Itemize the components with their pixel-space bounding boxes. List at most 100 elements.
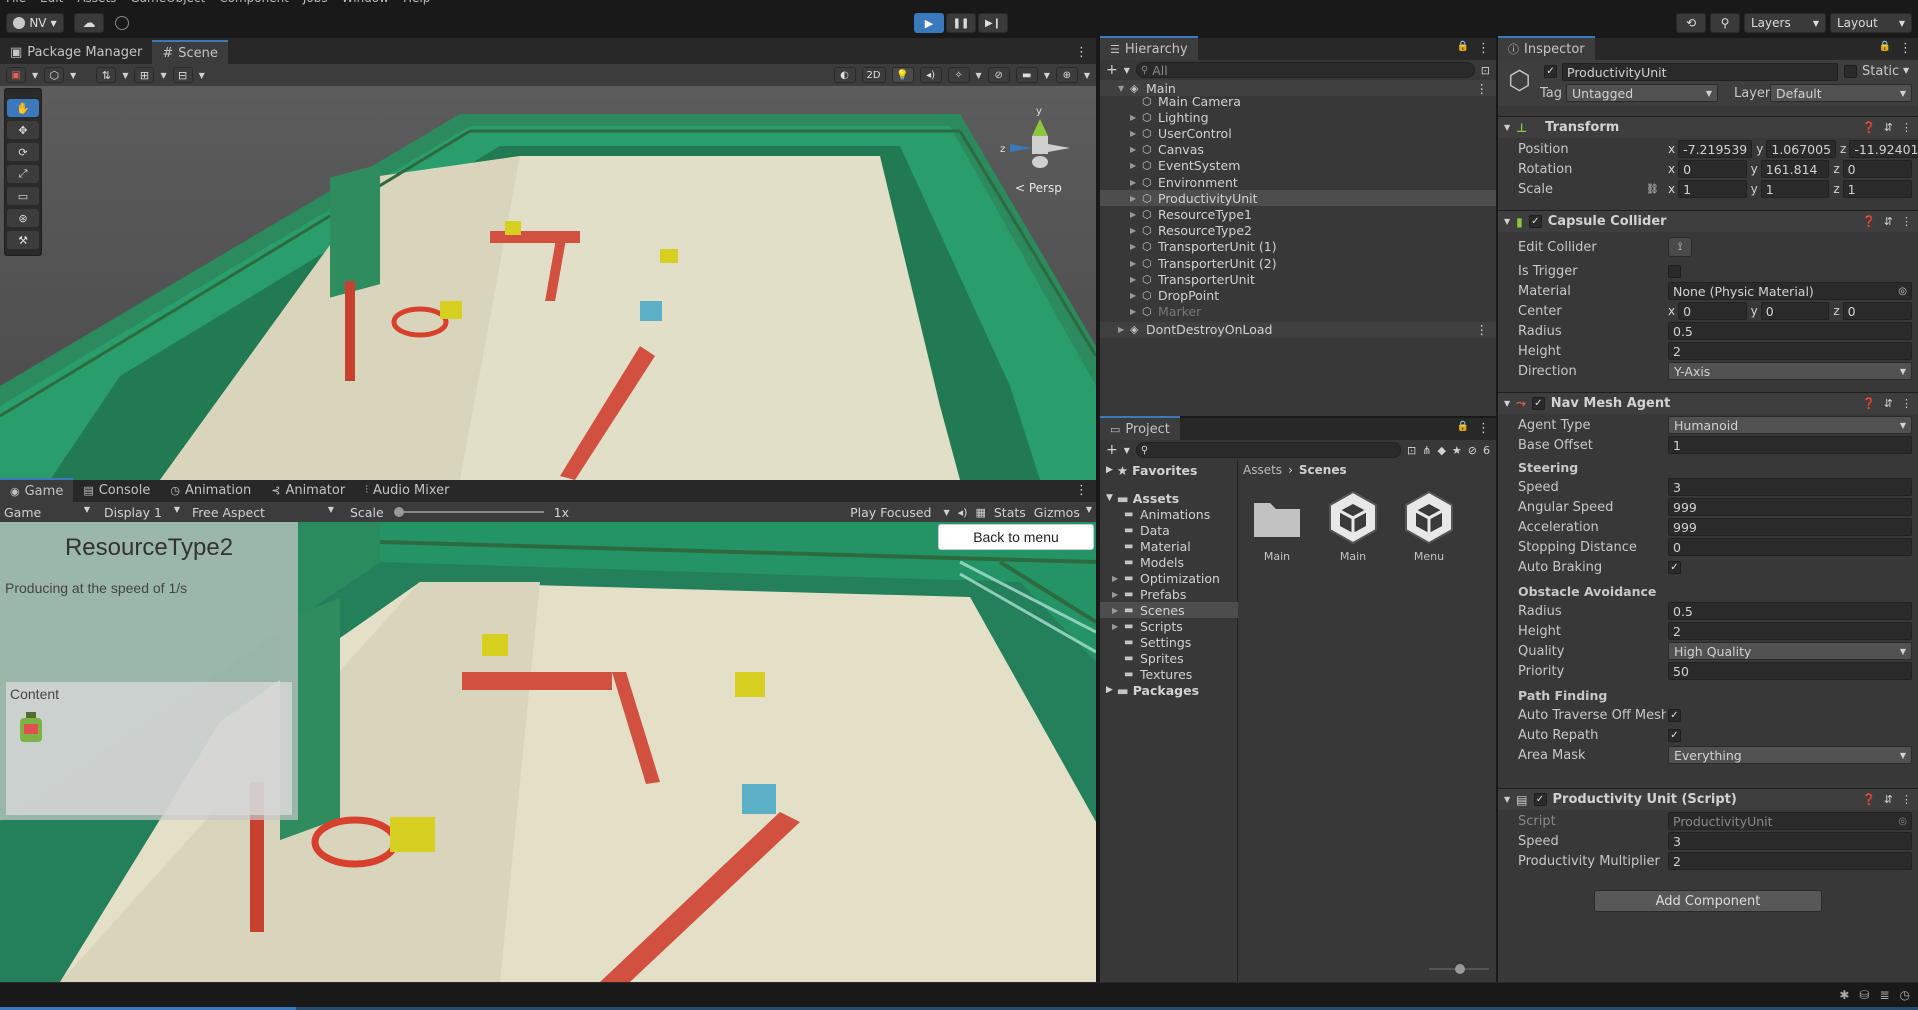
lock-icon[interactable]: 🔒: [1457, 421, 1469, 436]
hierarchy-item[interactable]: ▶ ⬡ Marker: [1100, 304, 1496, 320]
scene-visibility-icon[interactable]: ⊡: [1481, 64, 1490, 77]
preset-icon[interactable]: ⇵: [1884, 793, 1893, 806]
chevron-right-icon[interactable]: ▶: [1130, 113, 1142, 122]
camera-button[interactable]: ▬: [1015, 67, 1038, 83]
tab-game[interactable]: ◉ Game: [0, 478, 74, 502]
folder-item[interactable]: ▶ ▬ Prefabs: [1100, 586, 1238, 602]
scene-viewport[interactable]: y z < Persp ✋ ✥ ⟳ ⤢ ▭ ⊛ ⚒: [0, 86, 1096, 480]
center-x-field[interactable]: 0: [1678, 302, 1747, 320]
capsule-enabled-checkbox[interactable]: ✓: [1528, 215, 1542, 228]
chevron-down-icon[interactable]: ▼: [1124, 66, 1130, 75]
component-menu-icon[interactable]: ⋮: [1901, 215, 1912, 228]
hierarchy-item[interactable]: ▶ ⬡ ProductivityUnit: [1100, 190, 1496, 207]
increment-snap-button[interactable]: ⊟: [172, 67, 193, 83]
add-icon[interactable]: +: [1106, 442, 1118, 458]
center-z-field[interactable]: 0: [1842, 302, 1913, 320]
object-name-field[interactable]: ProductivityUnit: [1562, 63, 1838, 81]
menu-item[interactable]: GameObject: [130, 0, 205, 5]
gizmos-button[interactable]: ⊕: [1055, 67, 1078, 83]
aspect-dropdown[interactable]: Free Aspect ▼: [184, 505, 334, 520]
preset-icon[interactable]: ⇵: [1884, 215, 1893, 228]
chevron-down-icon[interactable]: ▼: [1903, 66, 1909, 75]
chevron-right-icon[interactable]: ▶: [1130, 178, 1142, 187]
tab-hierarchy[interactable]: ☰ Hierarchy: [1100, 36, 1198, 60]
menu-item[interactable]: Jobs: [303, 0, 328, 5]
scale-x-field[interactable]: 1: [1678, 180, 1747, 198]
scale-tool[interactable]: ⤢: [7, 165, 39, 183]
search-button[interactable]: ⚲: [1710, 13, 1740, 33]
undo-history-button[interactable]: ⟲: [1676, 13, 1706, 33]
acceleration-field[interactable]: 999: [1668, 518, 1912, 536]
help-icon[interactable]: ❓: [1862, 793, 1876, 806]
chevron-right-icon[interactable]: ▶: [1112, 606, 1124, 615]
filter-icon[interactable]: ⋔: [1422, 444, 1431, 457]
help-icon[interactable]: ❓: [1862, 215, 1876, 228]
move-tool[interactable]: ✥: [7, 121, 39, 139]
folder-item[interactable]: ▬ Animations: [1100, 506, 1238, 522]
hierarchy-item[interactable]: ⬡ Main Camera: [1100, 93, 1496, 109]
hierarchy-item[interactable]: ▶ ⬡ Environment: [1100, 174, 1496, 190]
capsule-collider-header[interactable]: ▼ ▮ ✓ Capsule Collider ❓ ⇵ ⋮: [1498, 210, 1918, 232]
hierarchy-item[interactable]: ▶ ⬡ TransporterUnit: [1100, 271, 1496, 287]
script-header[interactable]: ▼ ▤ ✓ Productivity Unit (Script) ❓ ⇵ ⋮: [1498, 788, 1918, 810]
icon-size-slider[interactable]: [1429, 964, 1489, 974]
chevron-right-icon[interactable]: ▶: [1130, 210, 1142, 219]
play-mode-dropdown[interactable]: Play Focused ▼: [850, 505, 950, 520]
preset-icon[interactable]: ⇵: [1884, 397, 1893, 410]
radius-field[interactable]: 0.5: [1668, 322, 1912, 340]
tab-scene[interactable]: # Scene: [152, 40, 228, 64]
auto-braking-checkbox[interactable]: ✓: [1668, 560, 1681, 574]
game-viewport[interactable]: ResourceType2 Producing at the speed of …: [0, 522, 1096, 982]
lighting-toggle[interactable]: 💡: [891, 67, 914, 83]
obstacle-radius-field[interactable]: 0.5: [1668, 602, 1912, 620]
chevron-right-icon[interactable]: ▶: [1112, 574, 1124, 583]
collab-icon[interactable]: [115, 16, 129, 30]
panel-menu-icon[interactable]: ⋮: [1067, 483, 1096, 502]
quality-dropdown[interactable]: High Quality ▼: [1668, 642, 1912, 660]
layout-dropdown[interactable]: Layout ▼: [1830, 13, 1912, 33]
account-dropdown[interactable]: NV ▼: [6, 13, 64, 33]
chevron-right-icon[interactable]: ▶: [1130, 275, 1142, 284]
shading-button[interactable]: ⬡: [44, 67, 65, 83]
pause-button[interactable]: ❚❚: [946, 13, 976, 33]
layers-icon[interactable]: ≣: [1879, 988, 1889, 1002]
speed-field[interactable]: 3: [1668, 478, 1912, 496]
mode-2d-button[interactable]: 2D: [861, 67, 886, 83]
hierarchy-item[interactable]: ▶ ⬡ ResourceType2: [1100, 223, 1496, 239]
hidden-toggle[interactable]: ⊘: [987, 67, 1010, 83]
tab-package-manager[interactable]: ▣ Package Manager: [0, 40, 152, 64]
rect-tool[interactable]: ▭: [7, 187, 39, 205]
keyboard-icon[interactable]: ▦: [975, 506, 985, 519]
menu-item[interactable]: Assets: [77, 0, 116, 5]
hierarchy-item[interactable]: ▶ ⬡ TransporterUnit (2): [1100, 255, 1496, 271]
chevron-down-icon[interactable]: ▼: [1118, 84, 1130, 93]
asset-tile[interactable]: Menu: [1391, 486, 1467, 563]
custom-tool[interactable]: ⚒: [7, 231, 39, 249]
help-icon[interactable]: ❓: [1862, 397, 1876, 410]
panel-menu-icon[interactable]: ⋮: [1067, 45, 1096, 64]
asset-tile[interactable]: Main: [1239, 486, 1315, 563]
center-y-field[interactable]: 0: [1760, 302, 1830, 320]
back-to-menu-button[interactable]: Back to menu: [938, 524, 1094, 550]
bug-icon[interactable]: ✱: [1839, 988, 1849, 1002]
chevron-right-icon[interactable]: ▶: [1112, 590, 1124, 599]
chevron-right-icon[interactable]: ▶: [1118, 325, 1130, 334]
hierarchy-item[interactable]: ▶ ⬡ DropPoint: [1100, 287, 1496, 303]
auto-traverse-checkbox[interactable]: ✓: [1668, 708, 1681, 722]
hierarchy-item[interactable]: ▶ ⬡ TransporterUnit (1): [1100, 239, 1496, 255]
stats-button[interactable]: Stats: [994, 505, 1026, 520]
chevron-right-icon[interactable]: ▶: [1130, 161, 1142, 170]
lock-icon[interactable]: 🔒: [1879, 41, 1891, 56]
search-by-type-icon[interactable]: ⊡: [1407, 444, 1416, 457]
direction-dropdown[interactable]: Y-Axis ▼: [1668, 362, 1912, 380]
chevron-right-icon[interactable]: ▶: [1130, 145, 1142, 154]
agent-type-dropdown[interactable]: Humanoid ▼: [1668, 416, 1912, 434]
link-icon[interactable]: ⛓: [1646, 184, 1659, 195]
hierarchy-item[interactable]: ▶ ⬡ UserControl: [1100, 125, 1496, 141]
hierarchy-dont-destroy[interactable]: ▶ ◈ DontDestroyOnLoad ⋮: [1100, 321, 1496, 338]
chevron-right-icon[interactable]: ▶: [1130, 307, 1142, 316]
folder-item[interactable]: ▬ Sprites: [1100, 650, 1238, 666]
assets-item[interactable]: ▼ ▬ Assets: [1106, 490, 1179, 506]
folder-item[interactable]: ▶ ▬ Scripts: [1100, 618, 1238, 634]
tag-dropdown[interactable]: Untagged ▼: [1566, 84, 1718, 102]
